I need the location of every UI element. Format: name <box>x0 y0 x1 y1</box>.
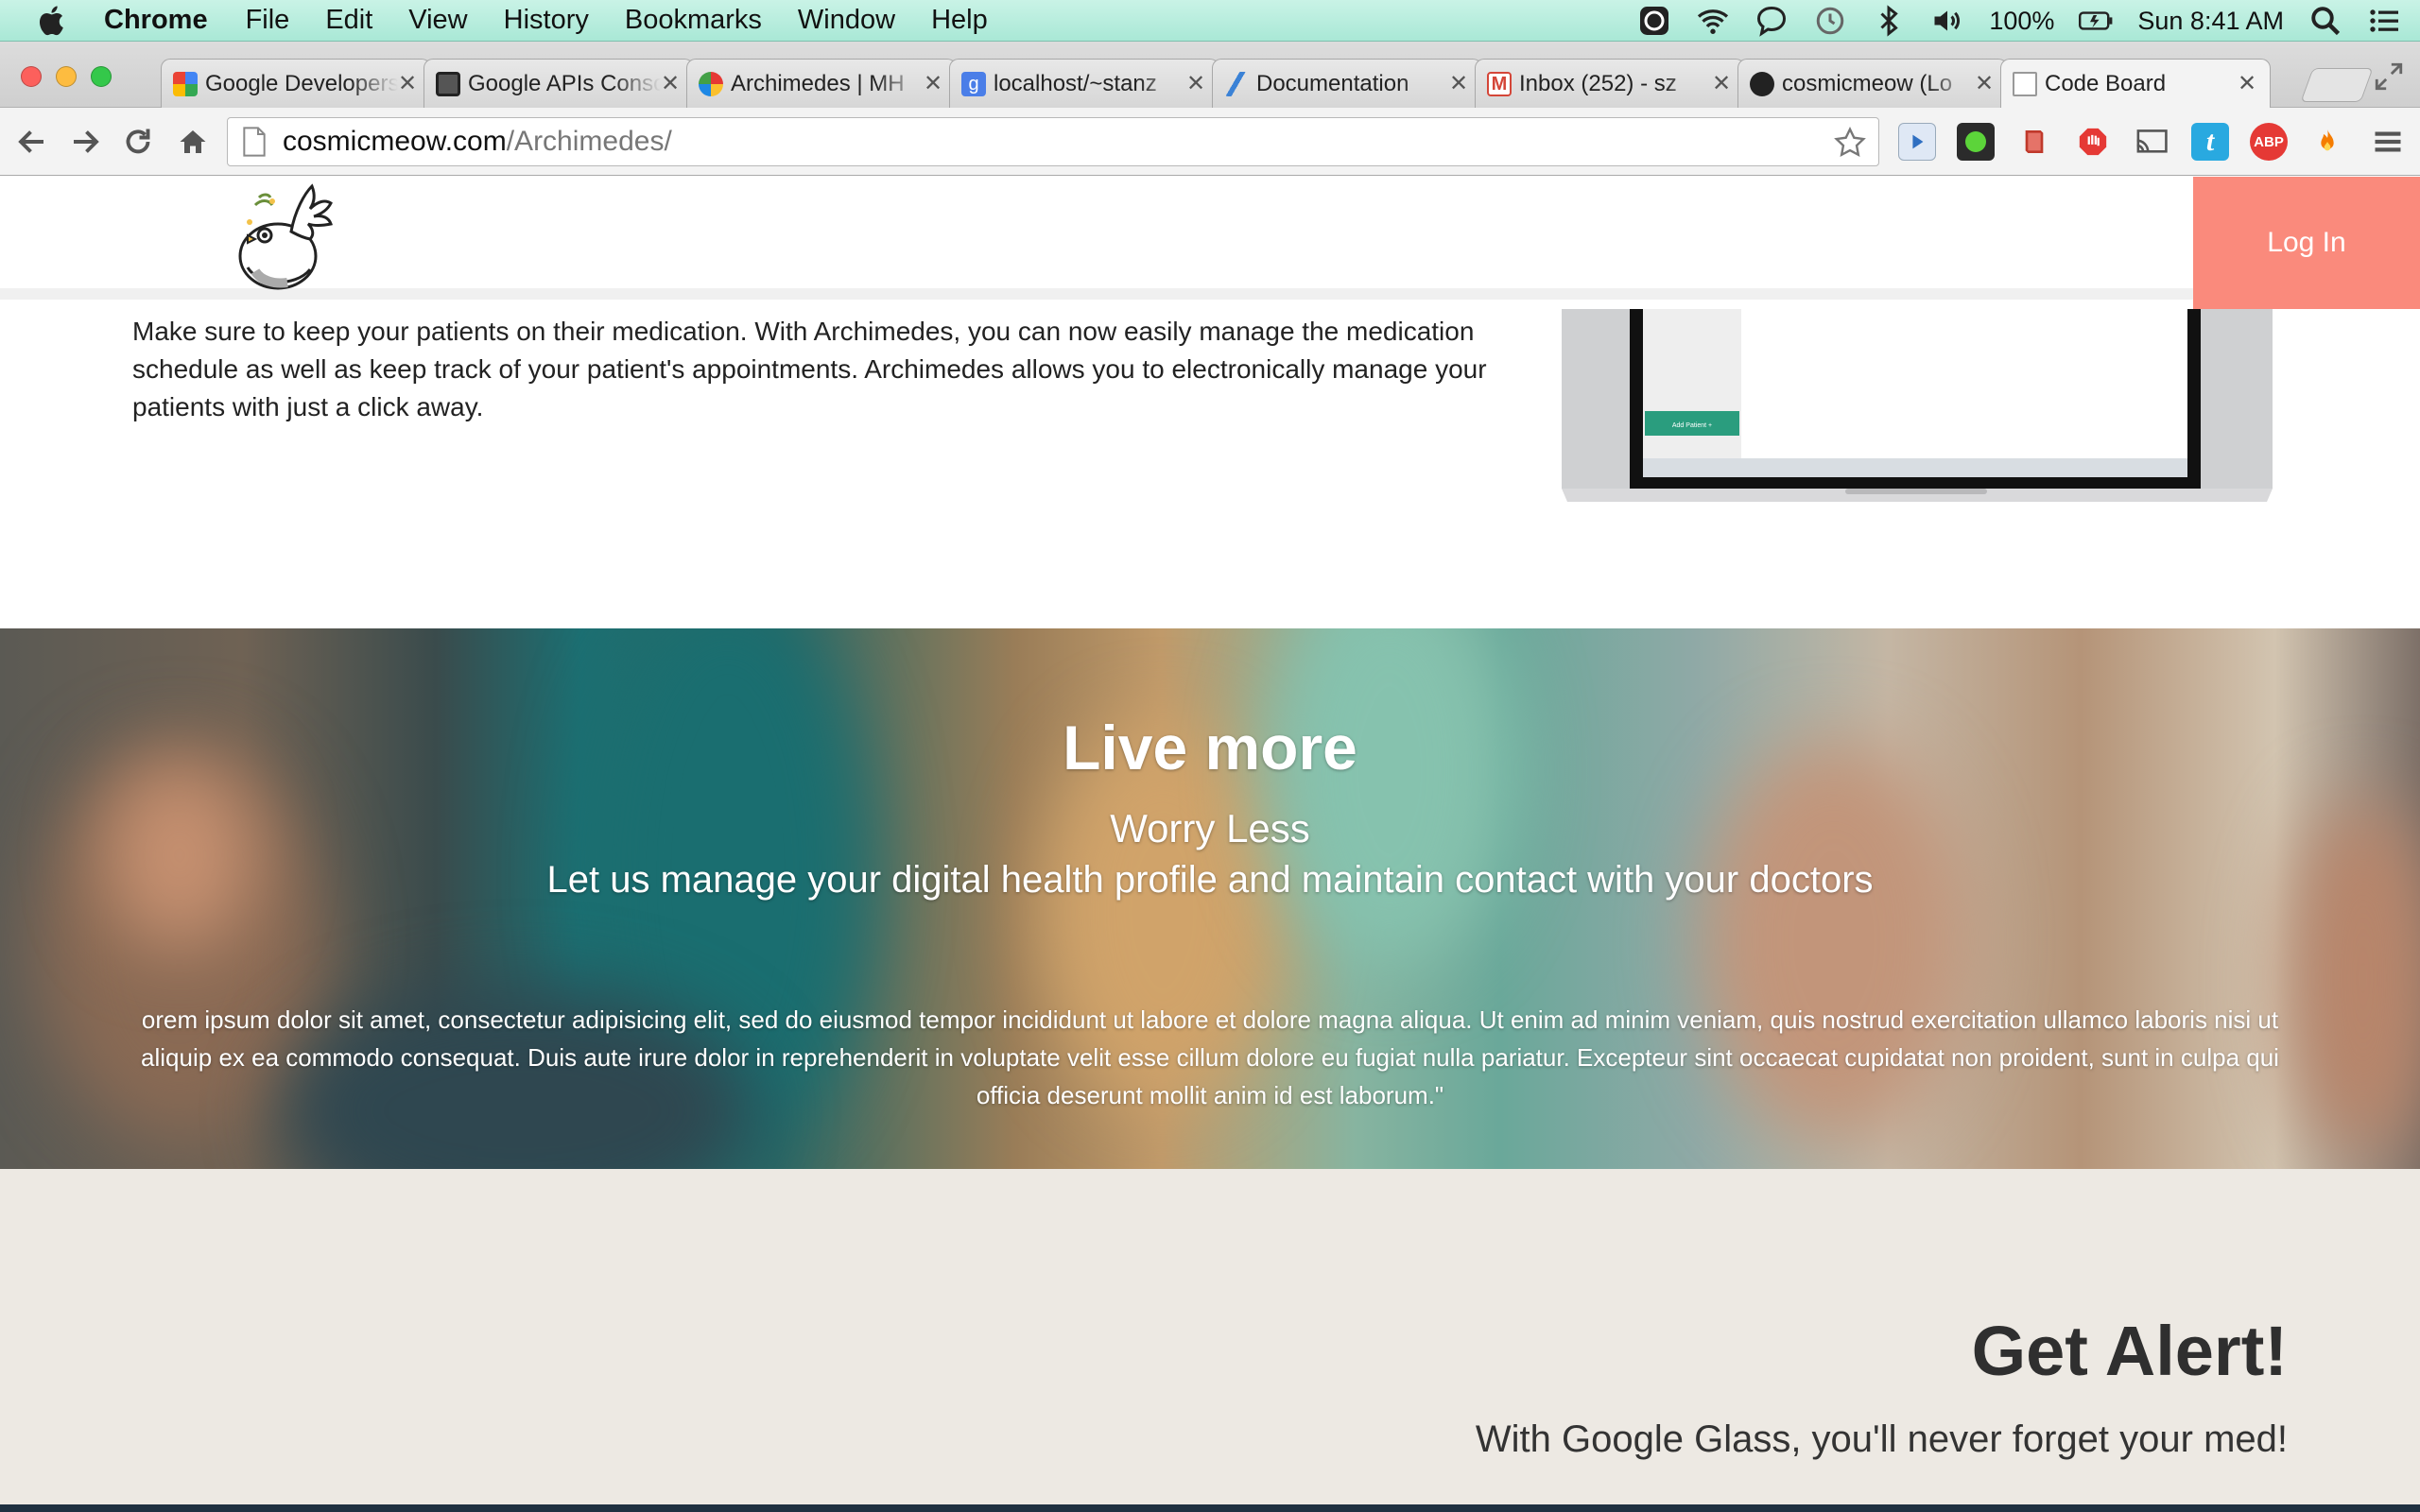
close-tab-icon[interactable]: ✕ <box>661 70 680 97</box>
new-tab-button[interactable] <box>2300 68 2374 102</box>
tab-google-apis-console[interactable]: Google APIs Console ✕ <box>424 59 694 108</box>
mac-menu-bar: Chrome File Edit View History Bookmarks … <box>0 0 2420 42</box>
tab-github[interactable]: cosmicmeow (Lo ✕ <box>1737 59 2008 108</box>
close-tab-icon[interactable]: ✕ <box>1186 70 1205 97</box>
hero-text: Live more Worry Less Let us manage your … <box>0 628 2420 1169</box>
menu-app-name[interactable]: Chrome <box>104 5 208 36</box>
battery-percent: 100% <box>1989 6 2055 35</box>
web-page: Log In Make sure to keep your patients o… <box>0 177 2420 1512</box>
github-favicon-icon <box>1750 71 1774 96</box>
spotlight-search-icon[interactable] <box>2308 4 2342 38</box>
address-url: cosmicmeow.com/Archimedes/ <box>283 126 672 158</box>
notification-center-icon[interactable] <box>2367 4 2401 38</box>
archimedes-owl-logo-icon[interactable] <box>227 177 344 294</box>
browser-toolbar: cosmicmeow.com/Archimedes/ t ABP <box>0 108 2420 176</box>
add-patient-label: Add Patient + <box>1672 422 1712 429</box>
intro-paragraph: Make sure to keep your patients on their… <box>132 317 1487 421</box>
chat-bubble-icon[interactable] <box>1754 4 1789 38</box>
hero-title: Live more <box>1063 713 1357 782</box>
url-domain: cosmicmeow.com <box>283 126 507 157</box>
wifi-icon[interactable] <box>1696 4 1730 38</box>
menu-bookmarks[interactable]: Bookmarks <box>625 5 762 36</box>
menu-edit[interactable]: Edit <box>325 5 372 36</box>
url-path: /Archimedes/ <box>506 126 672 157</box>
menu-view[interactable]: View <box>408 5 467 36</box>
tab-title: cosmicmeow (Lo <box>1782 70 1953 96</box>
green-dot-extension-icon[interactable] <box>1957 123 1995 161</box>
close-tab-icon[interactable]: ✕ <box>1975 70 1994 97</box>
tab-localhost[interactable]: g localhost/~stanz ✕ <box>949 59 1219 108</box>
tab-code-board[interactable]: Code Board ✕ <box>2000 59 2271 108</box>
close-tab-icon[interactable]: ✕ <box>2238 70 2256 97</box>
bookmark-star-icon[interactable] <box>1833 126 1867 160</box>
tab-title: Inbox (252) - sz <box>1519 70 1677 96</box>
documentation-favicon-icon <box>1224 71 1249 96</box>
hero-subtitle: Worry Less <box>1110 806 1310 850</box>
console-favicon-icon <box>436 71 460 96</box>
apple-menu-icon[interactable] <box>36 4 70 38</box>
browser-tab-strip: Google Developers ✕ Google APIs Console … <box>0 42 2420 108</box>
close-tab-icon[interactable]: ✕ <box>924 70 942 97</box>
bluetooth-icon[interactable] <box>1872 4 1906 38</box>
get-alert-title: Get Alert! <box>1971 1312 2288 1390</box>
tab-google-developers[interactable]: Google Developers ✕ <box>161 59 431 108</box>
blank-page-favicon-icon <box>2013 71 2037 96</box>
address-bar[interactable]: cosmicmeow.com/Archimedes/ <box>227 117 1879 166</box>
book-extension-icon[interactable] <box>2015 123 2053 161</box>
get-alert-subtitle: With Google Glass, you'll never forget y… <box>1475 1418 2288 1460</box>
hero-body-text: orem ipsum dolor sit amet, consectetur a… <box>141 1005 2279 1109</box>
zoom-window-button[interactable] <box>91 66 112 87</box>
laptop-mockup-image: Add Patient + <box>1562 309 2273 502</box>
tab-title: Archimedes | MH <box>731 70 905 96</box>
chrome-menu-icon[interactable] <box>2371 125 2405 159</box>
volume-icon[interactable] <box>1930 4 1964 38</box>
battery-icon[interactable] <box>2079 4 2113 38</box>
play-extension-icon[interactable] <box>1898 123 1936 161</box>
page-icon <box>243 127 266 157</box>
status-app-icon[interactable] <box>1637 4 1671 38</box>
gmail-favicon-icon: M <box>1487 71 1512 96</box>
tab-archimedes[interactable]: Archimedes | MH ✕ <box>686 59 957 108</box>
fullscreen-icon[interactable] <box>2373 60 2405 93</box>
log-in-button[interactable]: Log In <box>2193 177 2420 309</box>
footer-edge <box>0 1504 2420 1512</box>
site-header: Log In <box>0 177 2420 309</box>
close-window-button[interactable] <box>21 66 42 87</box>
hero-tagline: Let us manage your digital health profil… <box>546 859 1874 901</box>
tab-list: Google Developers ✕ Google APIs Console … <box>161 59 2271 108</box>
minimize-window-button[interactable] <box>56 66 77 87</box>
tab-gmail-inbox[interactable]: M Inbox (252) - sz ✕ <box>1475 59 1745 108</box>
cast-icon[interactable] <box>2133 123 2170 161</box>
google-g-favicon-icon: g <box>961 71 986 96</box>
google-developers-favicon-icon <box>173 71 198 96</box>
adblock-plus-icon[interactable]: ABP <box>2250 123 2288 161</box>
menu-window[interactable]: Window <box>798 5 895 36</box>
window-controls <box>21 66 112 87</box>
tab-documentation[interactable]: Documentation ✕ <box>1212 59 1482 108</box>
tab-title: Code Board <box>2045 70 2167 96</box>
home-icon[interactable] <box>176 125 210 159</box>
stop-hand-extension-icon[interactable] <box>2074 123 2112 161</box>
back-arrow-icon[interactable] <box>15 125 49 159</box>
forward-arrow-icon[interactable] <box>68 125 102 159</box>
tab-title: Documentation <box>1256 70 1409 96</box>
fire-extension-icon[interactable] <box>2308 123 2346 161</box>
live-more-hero-banner: Live more Worry Less Let us manage your … <box>0 628 2420 1169</box>
reload-icon[interactable] <box>121 125 155 159</box>
menu-help[interactable]: Help <box>931 5 988 36</box>
close-tab-icon[interactable]: ✕ <box>1712 70 1731 97</box>
tab-title: localhost/~stanz <box>994 70 1157 96</box>
close-tab-icon[interactable]: ✕ <box>398 70 417 97</box>
tab-title: Google Developers <box>205 70 398 96</box>
menu-history[interactable]: History <box>504 5 589 36</box>
get-alert-section: Get Alert! With Google Glass, you'll nev… <box>0 1169 2420 1512</box>
menu-file[interactable]: File <box>246 5 290 36</box>
time-machine-icon[interactable] <box>1813 4 1847 38</box>
menubar-clock[interactable]: Sun 8:41 AM <box>2137 7 2284 36</box>
t-extension-icon[interactable]: t <box>2191 123 2229 161</box>
archimedes-favicon-icon <box>699 71 723 96</box>
close-tab-icon[interactable]: ✕ <box>1449 70 1468 97</box>
tab-title: Google APIs Console <box>468 70 661 96</box>
